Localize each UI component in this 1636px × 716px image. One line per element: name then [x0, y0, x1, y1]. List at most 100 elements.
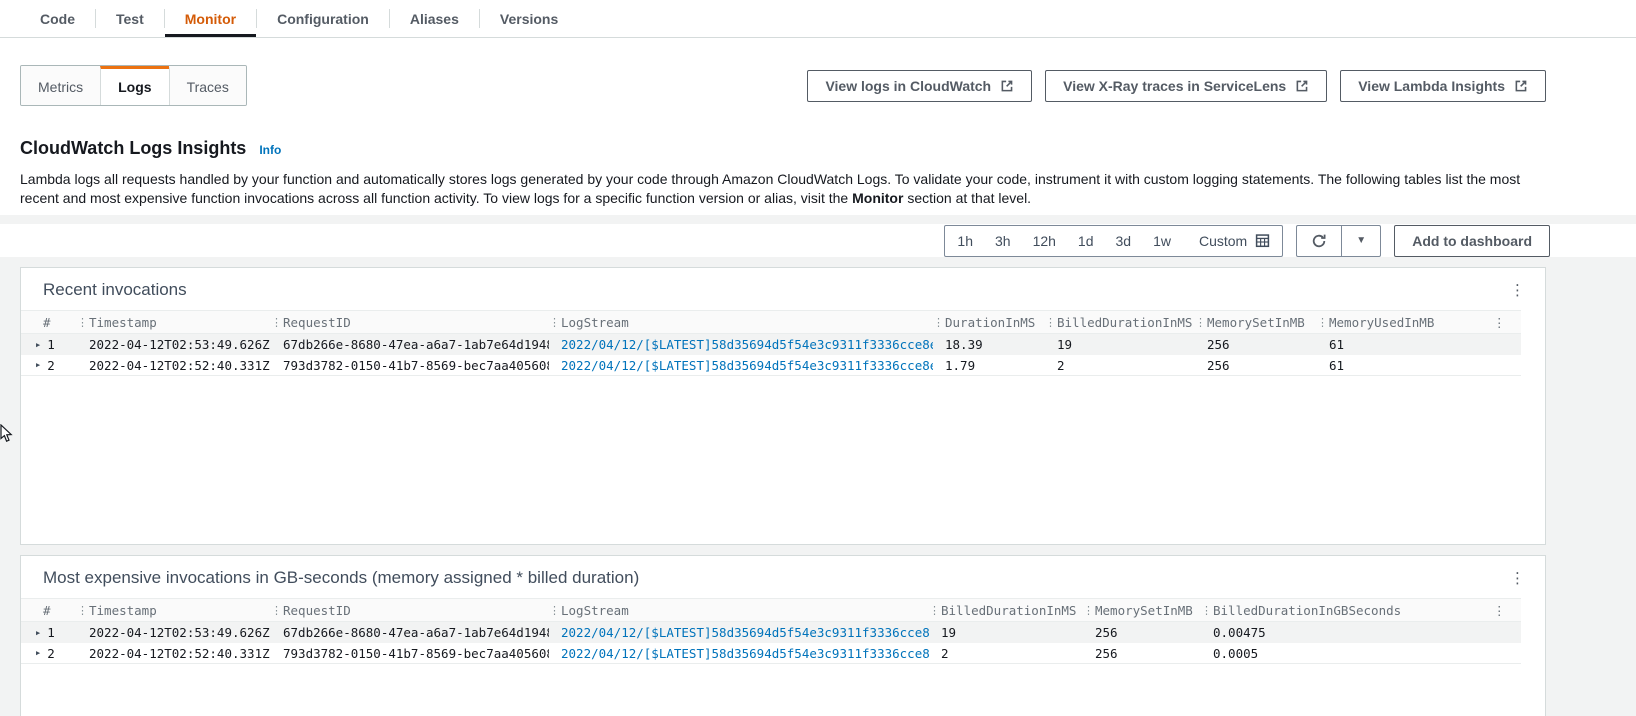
column-handle-icon[interactable]: ⋮ — [929, 604, 941, 617]
view-lambda-insights-button[interactable]: View Lambda Insights — [1340, 69, 1546, 102]
table-row: ▶ 1 2022-04-12T02:53:49.626Z 67db266e-868… — [21, 622, 1521, 643]
tab-versions[interactable]: Versions — [480, 0, 578, 37]
column-handle-icon[interactable]: ⋮ — [77, 604, 89, 617]
logstream-link[interactable]: 2022/04/12/[$LATEST]58d35694d5f54e3c9311… — [561, 358, 933, 373]
view-logs-cloudwatch-button[interactable]: View logs in CloudWatch — [807, 69, 1033, 102]
range-1h[interactable]: 1h — [957, 233, 973, 249]
time-range-control: 1h 3h 12h 1d 3d 1w Custom — [944, 224, 1284, 257]
cell-memorysetinmb: 256 — [1095, 645, 1118, 661]
cell-billeddurationingbseconds: 0.00475 — [1213, 625, 1266, 640]
column-header-index: # — [43, 314, 51, 330]
subtab-traces[interactable]: Traces — [168, 66, 246, 105]
column-header-memorysetinmb[interactable]: ⋮ MemorySetInMB — [1083, 603, 1201, 618]
table-row: ▶ 2 2022-04-12T02:52:40.331Z 793d3782-015… — [21, 643, 1521, 664]
range-1d[interactable]: 1d — [1078, 233, 1094, 249]
button-label: View logs in CloudWatch — [825, 77, 992, 94]
action-buttons: View logs in CloudWatch View X-Ray trace… — [807, 69, 1546, 102]
cell-logstream: 2022/04/12/[$LATEST]58d35694d5f54e3c9311… — [549, 646, 929, 661]
range-1w[interactable]: 1w — [1153, 233, 1171, 249]
column-handle-icon[interactable]: ⋮ — [271, 316, 283, 329]
cell-requestid: 793d3782-0150-41b7-8569-bec7aa405608 — [283, 357, 549, 373]
cell-memoryusedinmb: 61 — [1329, 337, 1345, 352]
refresh-icon — [1311, 233, 1327, 249]
expand-row-icon[interactable]: ▶ — [36, 361, 40, 369]
column-header-logstream[interactable]: ⋮ LogStream — [549, 315, 933, 330]
add-to-dashboard-button[interactable]: Add to dashboard — [1394, 224, 1550, 257]
cell-billeddurationinms: 2 — [1057, 357, 1065, 373]
logstream-link[interactable]: 2022/04/12/[$LATEST]58d35694d5f54e3c9311… — [561, 646, 929, 661]
info-link[interactable]: Info — [259, 143, 281, 157]
description-bold-monitor: Monitor — [852, 190, 904, 206]
tab-test[interactable]: Test — [96, 0, 164, 37]
refresh-button[interactable] — [1297, 226, 1341, 256]
column-handle-icon[interactable]: ⋮ — [1201, 604, 1213, 617]
subtab-logs[interactable]: Logs — [100, 66, 169, 105]
expensive-invocations-card: Most expensive invocations in GB-seconds… — [20, 555, 1546, 716]
time-range-toolbar: 1h 3h 12h 1d 3d 1w Custom ▼ Add to dashb… — [0, 224, 1636, 257]
column-header-billeddurationinms[interactable]: ⋮ BilledDurationInMS — [1045, 315, 1195, 330]
column-header-memoryusedinmb[interactable]: ⋮ MemoryUsedInMB — [1317, 315, 1493, 330]
column-handle-icon[interactable]: ⋮ — [933, 316, 945, 329]
subtab-metrics[interactable]: Metrics — [21, 66, 101, 105]
expand-row-icon[interactable]: ▶ — [36, 341, 40, 349]
button-label: View X-Ray traces in ServiceLens — [1063, 77, 1287, 94]
cell-timestamp: 2022-04-12T02:53:49.626Z — [89, 337, 270, 352]
refresh-split-button: ▼ — [1296, 224, 1382, 257]
monitor-subtabs: Metrics Logs Traces — [20, 65, 247, 106]
column-settings[interactable]: ⋮ — [1493, 603, 1521, 618]
column-header-durationinms[interactable]: ⋮ DurationInMS — [933, 315, 1045, 330]
range-3h[interactable]: 3h — [995, 233, 1011, 249]
column-handle-icon[interactable]: ⋮ — [1083, 604, 1095, 617]
widget-menu-icon[interactable]: ⋮ — [1506, 569, 1529, 588]
recent-invocations-table: # ⋮ Timestamp ⋮ RequestID ⋮ LogStream ⋮ Dura… — [21, 310, 1521, 376]
cell-index: ▶ 2 — [36, 357, 55, 373]
column-header-billeddurationinms[interactable]: ⋮ BilledDurationInMS — [929, 603, 1083, 618]
column-handle-icon[interactable]: ⋮ — [271, 604, 283, 617]
column-handle-icon[interactable]: ⋮ — [77, 316, 89, 329]
column-handle-icon[interactable]: ⋮ — [549, 316, 561, 329]
cell-durationinms: 18.39 — [945, 337, 983, 352]
range-12h[interactable]: 12h — [1033, 233, 1056, 249]
description-text: Lambda logs all requests handled by your… — [20, 171, 1521, 206]
column-header-timestamp[interactable]: ⋮ Timestamp — [77, 315, 271, 330]
column-header-requestid[interactable]: ⋮ RequestID — [271, 603, 549, 618]
expensive-invocations-table: # ⋮ Timestamp ⋮ RequestID ⋮ LogStream ⋮ Bill… — [21, 598, 1521, 664]
tab-aliases[interactable]: Aliases — [390, 0, 479, 37]
widget-menu-icon[interactable]: ⋮ — [1506, 281, 1529, 300]
caret-down-icon: ▼ — [1356, 235, 1367, 246]
column-handle-icon[interactable]: ⋮ — [549, 604, 561, 617]
cell-memorysetinmb: 256 — [1207, 337, 1230, 352]
column-header-timestamp[interactable]: ⋮ Timestamp — [77, 603, 271, 618]
tab-configuration[interactable]: Configuration — [257, 0, 389, 37]
view-xray-servicelens-button[interactable]: View X-Ray traces in ServiceLens — [1045, 69, 1328, 102]
expand-row-icon[interactable]: ▶ — [36, 629, 40, 637]
cell-memorysetinmb: 256 — [1207, 357, 1230, 373]
cell-requestid: 67db266e-8680-47ea-a6a7-1ab7e64d1948 — [283, 625, 549, 640]
column-header-logstream[interactable]: ⋮ LogStream — [549, 603, 929, 618]
cell-index: ▶ 1 — [36, 625, 55, 640]
custom-label: Custom — [1198, 232, 1248, 249]
column-handle-icon[interactable]: ⋮ — [1195, 316, 1207, 329]
calendar-icon — [1255, 233, 1270, 248]
column-settings[interactable]: ⋮ — [1493, 315, 1521, 330]
logstream-link[interactable]: 2022/04/12/[$LATEST]58d35694d5f54e3c9311… — [561, 337, 933, 352]
cell-logstream: 2022/04/12/[$LATEST]58d35694d5f54e3c9311… — [549, 358, 933, 373]
cell-index: ▶ 1 — [36, 337, 55, 352]
range-3d[interactable]: 3d — [1116, 233, 1132, 249]
refresh-options-button[interactable]: ▼ — [1341, 225, 1380, 256]
range-custom[interactable]: Custom — [1193, 233, 1270, 249]
tab-code[interactable]: Code — [20, 0, 95, 37]
column-header-billeddurationingbseconds[interactable]: ⋮ BilledDurationInGBSeconds — [1201, 603, 1493, 618]
column-header-memorysetinmb[interactable]: ⋮ MemorySetInMB — [1195, 315, 1317, 330]
table-header-row: # ⋮ Timestamp ⋮ RequestID ⋮ LogStream ⋮ Dura… — [21, 310, 1521, 334]
tab-monitor[interactable]: Monitor — [164, 0, 257, 37]
cell-durationinms: 1.79 — [945, 357, 976, 373]
cell-billeddurationinms: 19 — [941, 625, 957, 640]
logstream-link[interactable]: 2022/04/12/[$LATEST]58d35694d5f54e3c9311… — [561, 625, 929, 640]
column-header-requestid[interactable]: ⋮ RequestID — [271, 315, 549, 330]
expand-row-icon[interactable]: ▶ — [36, 649, 40, 657]
table-row: ▶ 1 2022-04-12T02:53:49.626Z 67db266e-868… — [21, 334, 1521, 355]
card-title: Most expensive invocations in GB-seconds… — [43, 568, 640, 587]
column-handle-icon[interactable]: ⋮ — [1045, 316, 1057, 329]
column-handle-icon[interactable]: ⋮ — [1317, 316, 1329, 329]
